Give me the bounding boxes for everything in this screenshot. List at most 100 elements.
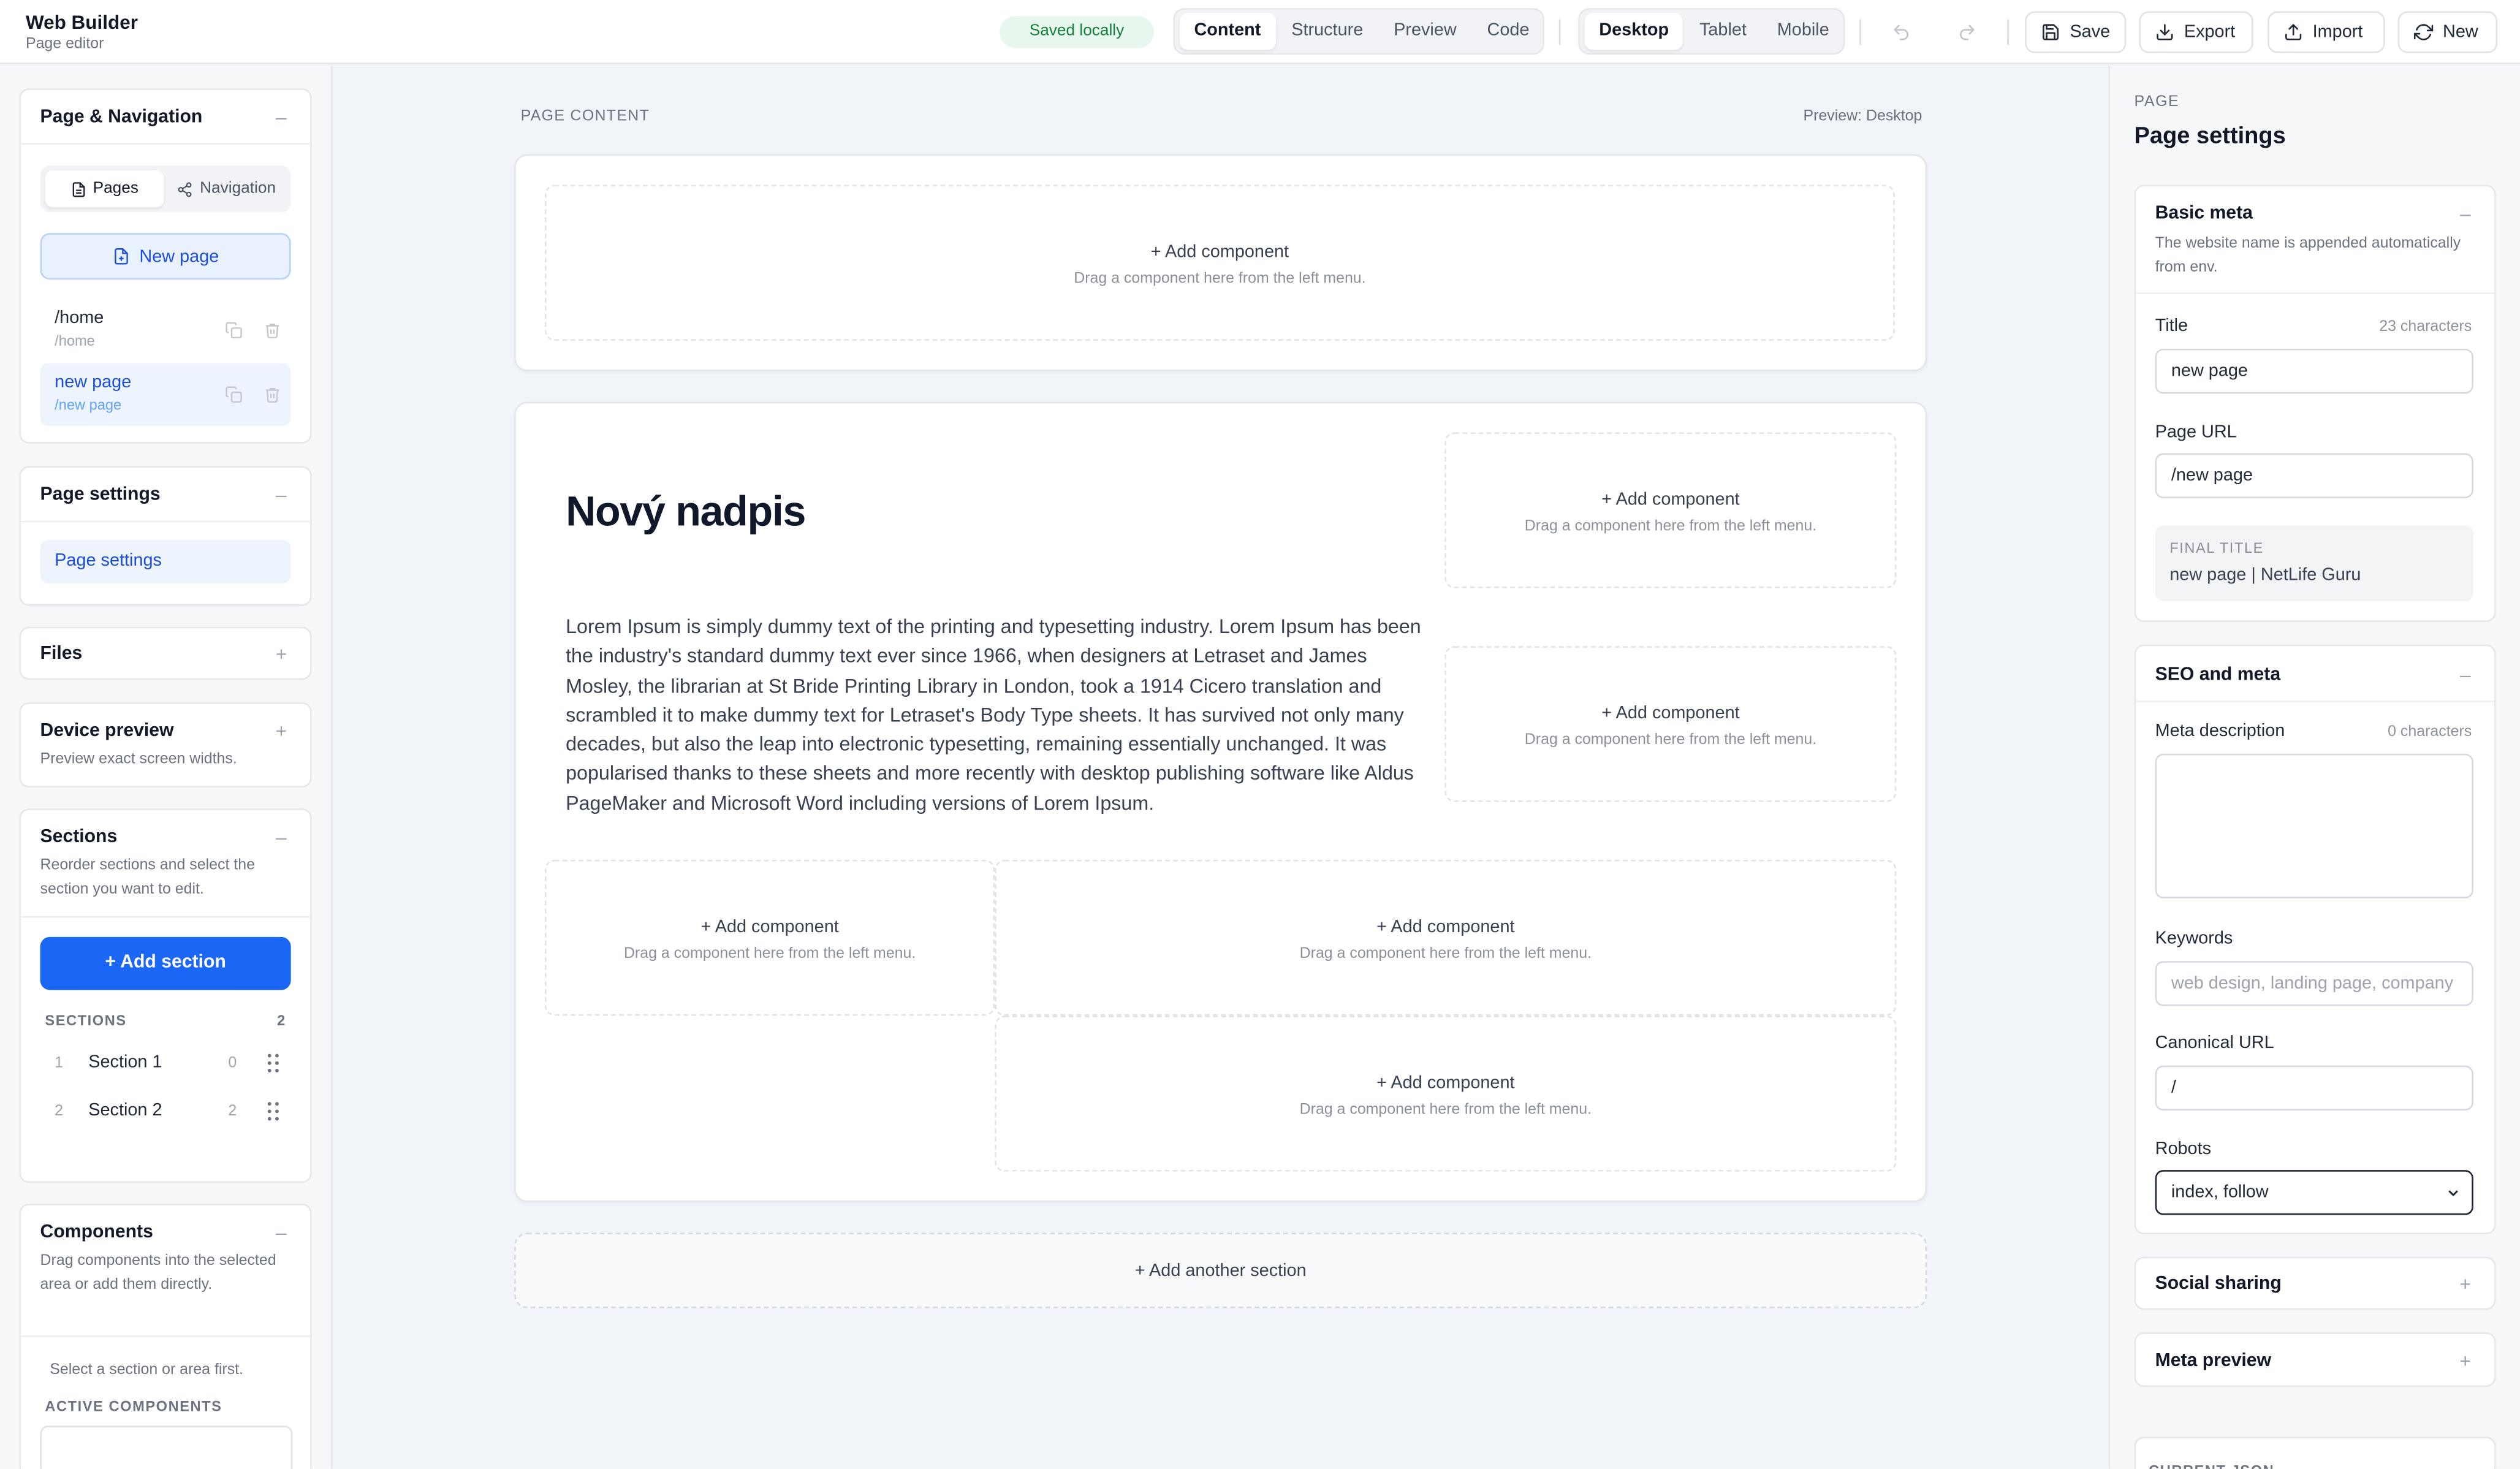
files-panel[interactable]: Files + xyxy=(19,626,312,680)
page-url-input[interactable] xyxy=(2155,453,2473,498)
meta-preview-panel[interactable]: Meta preview + xyxy=(2134,1332,2496,1387)
page-item-home[interactable]: /home /home xyxy=(40,299,291,362)
meta-description-input[interactable] xyxy=(2155,753,2473,898)
canonical-url-input[interactable] xyxy=(2155,1065,2473,1111)
dropzone[interactable]: + Add component Drag a component here fr… xyxy=(995,859,1897,1016)
keywords-label: Keywords xyxy=(2155,928,2233,949)
undo-button[interactable] xyxy=(1877,11,1926,53)
basic-meta-header[interactable]: Basic meta – xyxy=(2155,201,2475,227)
app-title: Web Builder xyxy=(25,11,138,34)
tab-code[interactable]: Code xyxy=(1473,13,1544,50)
active-components-label: ACTIVE COMPONENTS xyxy=(45,1398,222,1414)
dropzone-title: + Add component xyxy=(700,917,839,937)
dropzone-title: + Add component xyxy=(1601,704,1740,724)
collapse-icon[interactable]: – xyxy=(271,484,290,506)
tab-mobile[interactable]: Mobile xyxy=(1763,13,1843,50)
tab-tablet[interactable]: Tablet xyxy=(1685,13,1761,50)
tab-preview[interactable]: Preview xyxy=(1380,13,1471,50)
export-button[interactable]: Export xyxy=(2139,11,2253,53)
section-row-2[interactable]: 2 Section 2 2 xyxy=(40,1091,291,1133)
trash-icon[interactable] xyxy=(264,385,281,403)
active-components-list xyxy=(40,1425,293,1469)
collapse-icon[interactable]: – xyxy=(2456,202,2475,225)
basic-meta-title: Basic meta xyxy=(2155,204,2253,224)
collapse-icon[interactable]: – xyxy=(2456,664,2475,686)
trash-icon[interactable] xyxy=(264,321,281,339)
collapse-icon[interactable]: – xyxy=(271,826,290,849)
new-page-button[interactable]: New page xyxy=(40,233,291,280)
sidebar-item-page-settings[interactable]: Page settings xyxy=(40,540,291,583)
app-subtitle: Page editor xyxy=(25,35,104,53)
tab-navigation[interactable]: Navigation xyxy=(167,170,286,207)
robots-select[interactable]: index, follow xyxy=(2155,1170,2473,1215)
new-button[interactable]: New xyxy=(2397,11,2498,53)
dropzone[interactable]: + Add component Drag a component here fr… xyxy=(1444,646,1897,802)
meta-preview-header[interactable]: Meta preview + xyxy=(2155,1348,2475,1374)
final-title-label: FINAL TITLE xyxy=(2169,540,2264,556)
title-input[interactable] xyxy=(2155,349,2473,394)
panel-title: Page settings xyxy=(2134,123,2286,150)
import-button[interactable]: Import xyxy=(2268,11,2385,53)
keywords-input[interactable] xyxy=(2155,961,2473,1006)
collapse-icon[interactable]: – xyxy=(271,1221,290,1244)
device-preview-title: Device preview xyxy=(40,721,174,741)
sections-title: Sections xyxy=(40,827,118,848)
save-icon xyxy=(2043,24,2059,40)
page-navigation-header[interactable]: Page & Navigation – xyxy=(40,104,291,130)
seo-meta-header[interactable]: SEO and meta – xyxy=(2155,662,2475,688)
toolbar-divider xyxy=(1558,19,1561,45)
section-row-1[interactable]: 1 Section 1 0 xyxy=(40,1043,291,1085)
new-label: New xyxy=(2443,22,2478,42)
dropzone[interactable]: + Add component Drag a component here fr… xyxy=(995,1015,1897,1172)
expand-icon[interactable]: + xyxy=(271,643,290,666)
heading-component[interactable]: Nový nadpis xyxy=(566,487,806,537)
section-component-count: 2 xyxy=(228,1102,237,1120)
page-settings-title: Page settings xyxy=(40,485,161,505)
redo-button[interactable] xyxy=(1943,11,1991,53)
drag-handle-icon[interactable] xyxy=(265,1101,281,1122)
collapse-icon[interactable]: – xyxy=(271,106,290,129)
canvas-header: PAGE CONTENT xyxy=(520,107,650,126)
social-sharing-header[interactable]: Social sharing + xyxy=(2155,1271,2475,1297)
sections-description: Reorder sections and select the section … xyxy=(40,856,255,898)
dropzone-title: + Add component xyxy=(1376,1073,1515,1093)
tab-desktop[interactable]: Desktop xyxy=(1584,12,1683,50)
export-label: Export xyxy=(2184,22,2236,42)
add-another-section-button[interactable]: + Add another section xyxy=(514,1232,1927,1308)
device-preview-header[interactable]: Device preview + xyxy=(40,718,291,744)
copy-icon[interactable] xyxy=(225,321,243,339)
dropzone[interactable]: + Add component Drag a component here fr… xyxy=(544,184,1895,341)
dropzone[interactable]: + Add component Drag a component here fr… xyxy=(1444,432,1897,588)
expand-icon[interactable]: + xyxy=(2456,1273,2475,1296)
canonical-url-label: Canonical URL xyxy=(2155,1033,2274,1053)
dropzone-title: + Add component xyxy=(1601,490,1740,510)
copy-icon[interactable] xyxy=(225,385,243,403)
tab-content[interactable]: Content xyxy=(1179,12,1275,50)
components-header[interactable]: Components – xyxy=(40,1220,291,1245)
page-item-new-page[interactable]: new page /new page xyxy=(40,363,291,426)
download-icon xyxy=(2157,24,2173,40)
device-preview-panel[interactable]: Device preview + Preview exact screen wi… xyxy=(19,702,312,788)
top-bar: Web Builder Page editor Saved locally Co… xyxy=(0,0,2520,64)
paragraph-component[interactable]: Lorem Ipsum is simply dummy text of the … xyxy=(566,612,1427,818)
components-empty-hint: Select a section or area first. xyxy=(50,1361,244,1380)
components-description: Drag components into the selected area o… xyxy=(40,1251,276,1294)
expand-icon[interactable]: + xyxy=(2456,1350,2475,1373)
save-label: Save xyxy=(2070,22,2111,42)
section-index: 2 xyxy=(55,1102,64,1120)
tab-structure[interactable]: Structure xyxy=(1277,13,1378,50)
expand-icon[interactable]: + xyxy=(271,720,290,743)
add-section-button[interactable]: + Add section xyxy=(40,936,291,990)
file-icon xyxy=(72,181,85,197)
share-icon xyxy=(178,181,192,197)
dropzone[interactable]: + Add component Drag a component here fr… xyxy=(544,859,995,1016)
sections-header[interactable]: Sections – xyxy=(40,824,291,850)
social-sharing-panel[interactable]: Social sharing + xyxy=(2134,1256,2496,1310)
page-settings-header[interactable]: Page settings – xyxy=(40,482,291,508)
dropzone-hint: Drag a component here from the left menu… xyxy=(1524,517,1817,536)
save-button[interactable]: Save xyxy=(2025,11,2127,53)
drag-handle-icon[interactable] xyxy=(265,1053,281,1074)
tab-pages[interactable]: Pages xyxy=(45,170,164,208)
panel-kicker: PAGE xyxy=(2134,93,2180,111)
files-header[interactable]: Files + xyxy=(40,641,291,667)
